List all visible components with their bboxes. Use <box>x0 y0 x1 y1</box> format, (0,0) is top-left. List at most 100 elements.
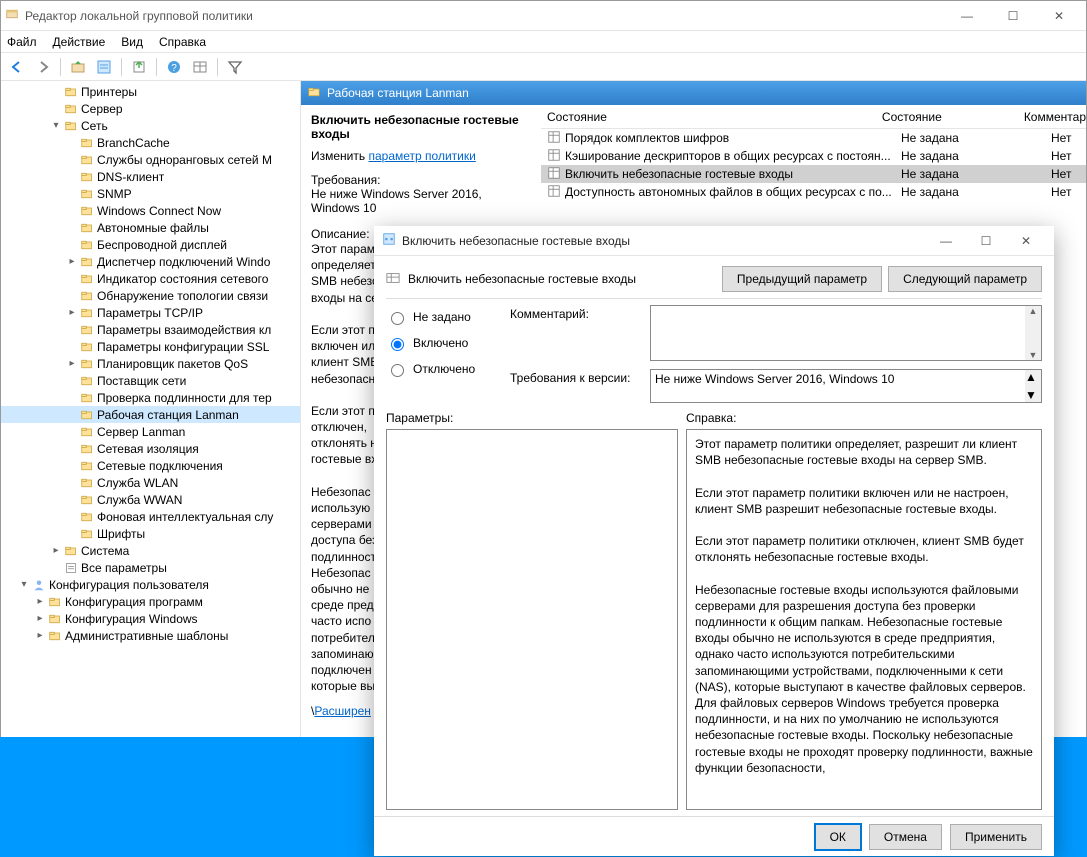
menu-view[interactable]: Вид <box>121 35 143 49</box>
params-panel[interactable] <box>386 429 678 810</box>
radio-enabled[interactable]: Включено <box>386 335 486 351</box>
tree-item-label: Поставщик сети <box>97 374 186 388</box>
tree-item[interactable]: ▾Сеть <box>1 117 300 134</box>
tree-item[interactable]: ▾Конфигурация пользователя <box>1 576 300 593</box>
policy-title: Доступность автономных файлов в общих ре… <box>565 185 892 199</box>
requirements-label: Требования к версии: <box>510 369 640 403</box>
expand-icon[interactable]: ▸ <box>33 613 47 624</box>
col-header-name[interactable]: Состояние <box>541 110 882 124</box>
maximize-button[interactable]: ☐ <box>990 1 1036 30</box>
tree-item[interactable]: DNS-клиент <box>1 168 300 185</box>
tree-item[interactable]: Обнаружение топологии связи <box>1 287 300 304</box>
tree-item[interactable]: ▸Параметры TCP/IP <box>1 304 300 321</box>
expand-icon[interactable]: ▾ <box>17 579 31 590</box>
back-icon[interactable] <box>5 56 29 78</box>
tree[interactable]: ПринтерыСервер▾СетьBranchCacheСлужбы одн… <box>1 81 300 821</box>
edit-link[interactable]: параметр политики <box>368 149 475 163</box>
close-button[interactable]: ✕ <box>1036 1 1082 30</box>
folder-icon <box>307 86 321 101</box>
tree-item[interactable]: BranchCache <box>1 134 300 151</box>
ok-button[interactable]: ОК <box>815 824 861 850</box>
prev-setting-button[interactable]: Предыдущий параметр <box>722 266 882 292</box>
filter-icon[interactable] <box>223 56 247 78</box>
tree-item[interactable]: Все параметры <box>1 559 300 576</box>
tree-item[interactable]: Сетевые подключения <box>1 457 300 474</box>
expand-icon[interactable]: ▸ <box>65 307 79 318</box>
tree-item[interactable]: Параметры конфигурации SSL <box>1 338 300 355</box>
tree-item-label: Параметры взаимодействия кл <box>97 323 271 337</box>
properties-icon[interactable] <box>92 56 116 78</box>
next-setting-button[interactable]: Следующий параметр <box>888 266 1042 292</box>
dialog-minimize[interactable]: — <box>926 226 966 255</box>
tree-item-label: Административные шаблоны <box>65 629 228 643</box>
tree-item[interactable]: Автономные файлы <box>1 219 300 236</box>
tree-item-label: Сервер Lanman <box>97 425 185 439</box>
menu-file[interactable]: Файл <box>7 35 37 49</box>
expand-icon[interactable]: ▸ <box>33 630 47 641</box>
tree-item[interactable]: ▸Конфигурация программ <box>1 593 300 610</box>
policy-row[interactable]: Порядок комплектов шифровНе заданаНет <box>541 129 1086 147</box>
tree-item[interactable]: Службы одноранговых сетей М <box>1 151 300 168</box>
expand-icon[interactable]: ▾ <box>49 120 63 131</box>
col-header-comment[interactable]: Комментар <box>1024 110 1086 124</box>
tree-item[interactable]: ▸ Планировщик пакетов QoS <box>1 355 300 372</box>
menu-action[interactable]: Действие <box>53 35 106 49</box>
tree-item-label: Планировщик пакетов QoS <box>97 357 248 371</box>
dialog-close[interactable]: ✕ <box>1006 226 1046 255</box>
tree-item[interactable]: Сервер <box>1 100 300 117</box>
radio-disabled[interactable]: Отключено <box>386 361 486 377</box>
policy-row[interactable]: Доступность автономных файлов в общих ре… <box>541 183 1086 201</box>
tree-item[interactable]: Шрифты <box>1 525 300 542</box>
comment-textarea[interactable]: ▲▼ <box>650 305 1042 361</box>
expand-icon[interactable]: ▸ <box>49 545 63 556</box>
up-icon[interactable] <box>66 56 90 78</box>
folder-icon <box>79 390 95 406</box>
radio-not-set[interactable]: Не задано <box>386 309 486 325</box>
tree-item[interactable]: Фоновая интеллектуальная слу <box>1 508 300 525</box>
dialog-maximize[interactable]: ☐ <box>966 226 1006 255</box>
folder-icon <box>79 220 95 236</box>
folder-icon <box>79 305 95 321</box>
tree-item[interactable]: Беспроводной дисплей <box>1 236 300 253</box>
policy-comment: Нет <box>1051 131 1086 145</box>
cancel-button[interactable]: Отмена <box>869 824 942 850</box>
tree-item[interactable]: Windows Connect Now <box>1 202 300 219</box>
folder-icon <box>79 186 95 202</box>
tree-item[interactable]: Рабочая станция Lanman <box>1 406 300 423</box>
expand-icon[interactable]: ▸ <box>33 596 47 607</box>
expand-link[interactable]: Расширен <box>314 704 371 718</box>
tree-item[interactable]: Принтеры <box>1 83 300 100</box>
tree-item[interactable]: ▸Конфигурация Windows <box>1 610 300 627</box>
tree-item[interactable]: Индикатор состояния сетевого <box>1 270 300 287</box>
tree-item[interactable]: Сервер Lanman <box>1 423 300 440</box>
tree-item[interactable]: Поставщик сети <box>1 372 300 389</box>
policy-icon <box>547 184 561 201</box>
user-icon <box>31 577 47 593</box>
tree-item[interactable]: Параметры взаимодействия кл <box>1 321 300 338</box>
table-icon[interactable] <box>188 56 212 78</box>
tree-item[interactable]: Сетевая изоляция <box>1 440 300 457</box>
expand-icon[interactable]: ▸ <box>65 256 79 267</box>
tree-item[interactable]: ▸Система <box>1 542 300 559</box>
help-panel[interactable]: Этот параметр политики определяет, разре… <box>686 429 1042 810</box>
help-icon[interactable]: ? <box>162 56 186 78</box>
policy-row[interactable]: Кэширование дескрипторов в общих ресурса… <box>541 147 1086 165</box>
tree-item[interactable]: Служба WLAN <box>1 474 300 491</box>
folder-icon <box>79 288 95 304</box>
folder-icon <box>47 628 63 644</box>
tree-item[interactable]: ▸ Административные шаблоны <box>1 627 300 644</box>
col-header-state[interactable]: Состояние <box>882 110 1024 124</box>
export-icon[interactable] <box>127 56 151 78</box>
tree-item[interactable]: ▸Диспетчер подключений Windo <box>1 253 300 270</box>
menu-help[interactable]: Справка <box>159 35 206 49</box>
tree-item[interactable]: SNMP <box>1 185 300 202</box>
forward-icon[interactable] <box>31 56 55 78</box>
tree-pane: ПринтерыСервер▾СетьBranchCacheСлужбы одн… <box>1 81 301 836</box>
policy-row[interactable]: Включить небезопасные гостевые входыНе з… <box>541 165 1086 183</box>
apply-button[interactable]: Применить <box>950 824 1042 850</box>
minimize-button[interactable]: — <box>944 1 990 30</box>
folder-icon <box>79 424 95 440</box>
tree-item[interactable]: Служба WWAN <box>1 491 300 508</box>
expand-icon[interactable]: ▸ <box>65 358 79 369</box>
tree-item[interactable]: Проверка подлинности для тер <box>1 389 300 406</box>
